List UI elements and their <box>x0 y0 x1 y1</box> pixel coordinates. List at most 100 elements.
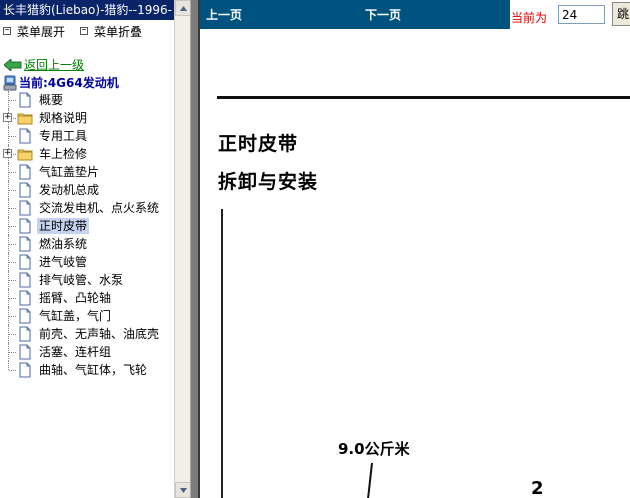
tree-item[interactable]: 排气岐管、水泵 <box>0 271 180 289</box>
page-nav-bar: 上一页 下一页 当前为 跳 <box>200 0 630 29</box>
tree-item[interactable]: 燃油系统 <box>0 235 180 253</box>
tree-item-label: 曲轴、气缸体，飞轮 <box>39 363 148 377</box>
tree-item-label: 进气岐管 <box>39 255 88 269</box>
tree-item[interactable]: 专用工具 <box>0 127 180 145</box>
tree-connector <box>9 334 16 335</box>
tree-item[interactable]: 活塞、连杆组 <box>0 343 180 361</box>
tree-item[interactable]: 前壳、无声轴、油底壳 <box>0 325 180 343</box>
tree-item[interactable]: 气缸盖垫片 <box>0 163 180 181</box>
tree-item-label: 活塞、连杆组 <box>39 345 112 359</box>
tree-connector <box>9 100 16 101</box>
back-arrow-icon <box>4 58 22 71</box>
menu-collapse-button[interactable]: 菜单折叠 <box>80 23 142 40</box>
tree-item[interactable]: + 车上检修 <box>0 145 180 163</box>
tree-item[interactable]: 发动机总成 <box>0 181 180 199</box>
tree-item[interactable]: 正时皮带 <box>0 217 180 235</box>
next-page-link[interactable]: 下一页 <box>365 6 401 23</box>
page-icon <box>17 218 33 234</box>
back-link[interactable]: 返回上一级 <box>4 56 84 73</box>
left-frame: 长丰猎豹(Liebao)-猎豹--1996- 菜单展开 菜单折叠 返回上一级 当… <box>0 0 190 498</box>
menu-expand-button[interactable]: 菜单展开 <box>3 23 65 40</box>
chevron-down-icon <box>180 488 187 493</box>
tree-item[interactable]: 曲轴、气缸体，飞轮 <box>0 361 180 379</box>
manual-page: 正时皮带 拆卸与安装 9.0公斤米 2 <box>200 29 630 498</box>
tree-item[interactable]: 摇臂、凸轮轴 <box>0 289 180 307</box>
torque-leader-line <box>367 462 373 498</box>
page-icon <box>17 254 33 270</box>
tree-connector <box>9 352 16 353</box>
page-icon <box>17 308 33 324</box>
callout-number: 2 <box>531 478 544 498</box>
scroll-up-button[interactable] <box>175 0 190 16</box>
page-number-input[interactable] <box>558 5 605 24</box>
tree-item-label: 摇臂、凸轮轴 <box>39 291 112 305</box>
tree-item-label: 发动机总成 <box>39 183 100 197</box>
header-rule <box>217 96 630 99</box>
chevron-up-icon <box>180 6 187 11</box>
tree-item-label: 概要 <box>39 93 64 107</box>
left-scrollbar[interactable] <box>174 0 190 498</box>
tree-item-label: 专用工具 <box>39 129 88 143</box>
menu-collapse-label: 菜单折叠 <box>94 24 143 39</box>
tree-connector <box>9 136 16 137</box>
tree-connector <box>9 298 16 299</box>
tree-item[interactable]: 概要 <box>0 91 180 109</box>
expand-toggle-icon[interactable]: + <box>3 149 12 158</box>
tree-item[interactable]: 气缸盖，气门 <box>0 307 180 325</box>
tree-item-label: 正时皮带 <box>37 218 90 234</box>
tree-item-label: 气缸盖垫片 <box>39 165 100 179</box>
tree-item[interactable]: 进气岐管 <box>0 253 180 271</box>
tree-item-label: 排气岐管、水泵 <box>39 273 124 287</box>
jump-button[interactable]: 跳 <box>612 2 630 26</box>
page-icon <box>17 290 33 306</box>
tree-connector <box>8 361 9 370</box>
tree-connector <box>9 262 16 263</box>
page-icon <box>17 236 33 252</box>
tree-connector <box>9 208 16 209</box>
tree-connector <box>9 226 16 227</box>
current-page-label: 当前为 <box>511 11 548 25</box>
tree-connector <box>9 370 16 371</box>
tree-item-label: 交流发电机、点火系统 <box>39 201 160 215</box>
page-heading: 正时皮带 <box>218 133 299 155</box>
page-icon <box>17 362 33 378</box>
tree-connector <box>9 244 16 245</box>
menu-bar: 菜单展开 菜单折叠 <box>0 22 154 40</box>
nav-tree: 概要 + 规格说明专用工具 + 车上检修气缸盖垫片发动机总成交流发电机、点火系统 正时皮带… <box>0 91 180 379</box>
menu-collapse-icon <box>80 27 89 35</box>
folder-icon <box>17 110 33 126</box>
tree-connector <box>9 190 16 191</box>
tree-item-label: 前壳、无声轴、油底壳 <box>39 327 160 341</box>
page-icon <box>17 182 33 198</box>
tree-item-label: 气缸盖，气门 <box>39 309 112 323</box>
computer-icon <box>3 75 17 90</box>
tree-item-label: 规格说明 <box>39 111 88 125</box>
frame-title: 长丰猎豹(Liebao)-猎豹--1996- <box>0 0 174 20</box>
prev-page-link[interactable]: 上一页 <box>206 6 242 23</box>
scroll-down-button[interactable] <box>175 482 190 498</box>
diagram-border-line <box>221 209 223 498</box>
torque-label: 9.0公斤米 <box>338 440 410 458</box>
page-icon <box>17 326 33 342</box>
frame-splitter[interactable] <box>190 0 200 498</box>
page-icon <box>17 92 33 108</box>
tree-connector <box>9 316 16 317</box>
menu-expand-icon <box>3 27 11 35</box>
page-icon <box>17 128 33 144</box>
expand-toggle-icon[interactable]: + <box>3 113 12 122</box>
page-icon <box>17 344 33 360</box>
tree-connector <box>9 280 16 281</box>
page-subheading: 拆卸与安装 <box>218 171 319 193</box>
right-frame: 上一页 下一页 当前为 跳 正时皮带 拆卸与安装 9.0公斤米 2 <box>200 0 630 498</box>
page-icon <box>17 272 33 288</box>
tree-item-label: 燃油系统 <box>39 237 88 251</box>
nav-bar-background <box>200 0 510 29</box>
tree-root: 当前:4G64发动机 <box>3 74 119 91</box>
tree-root-label: 当前:4G64发动机 <box>19 76 119 90</box>
tree-item[interactable]: 交流发电机、点火系统 <box>0 199 180 217</box>
tree-item[interactable]: + 规格说明 <box>0 109 180 127</box>
tree-connector <box>9 172 16 173</box>
page-icon <box>17 164 33 180</box>
folder-icon <box>17 146 33 162</box>
menu-expand-label: 菜单展开 <box>17 24 66 39</box>
